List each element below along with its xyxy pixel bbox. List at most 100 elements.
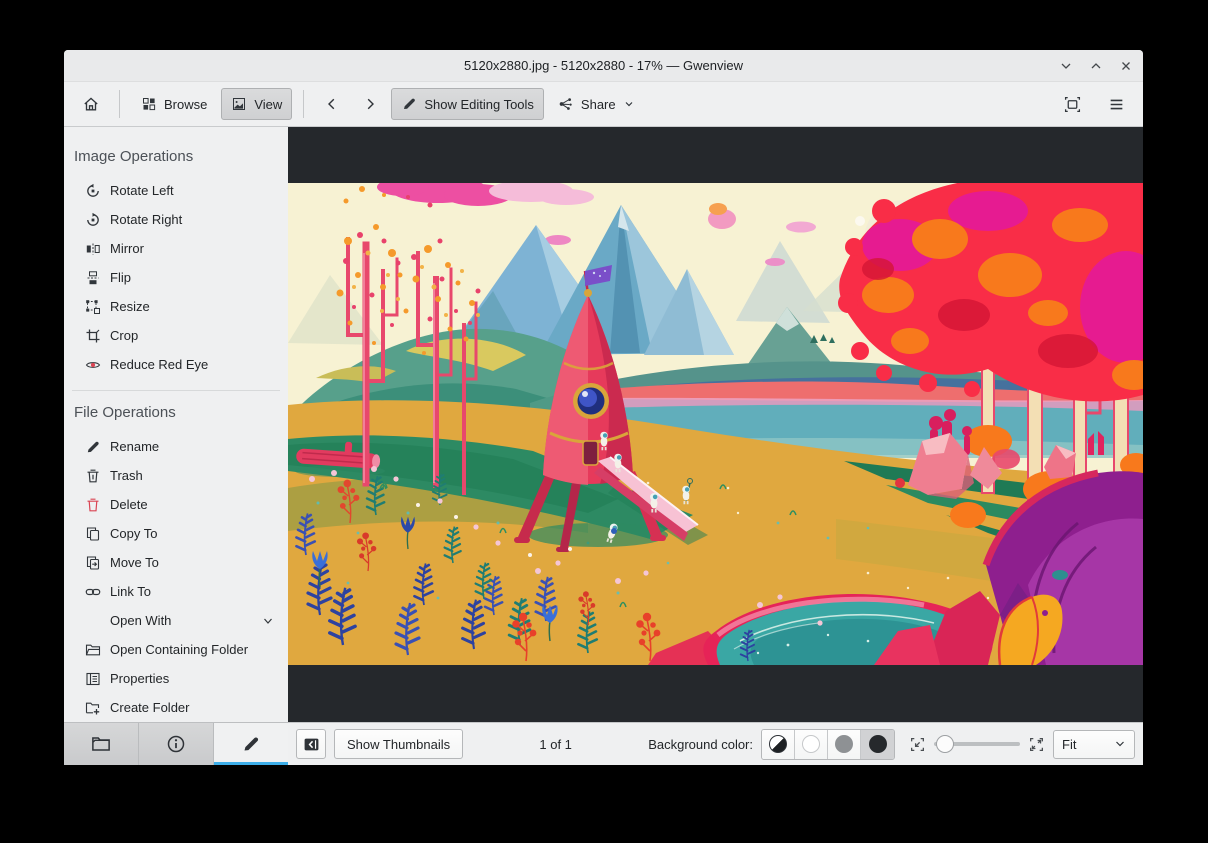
- fullscreen-button[interactable]: [1055, 88, 1089, 120]
- image-canvas[interactable]: [288, 127, 1143, 722]
- move-icon: [86, 555, 100, 570]
- item-label: Copy To: [110, 526, 158, 541]
- sidebar-tabbar: [64, 722, 288, 765]
- sidebar-item-move-to[interactable]: Move To: [64, 548, 288, 577]
- swatch-gray[interactable]: [828, 729, 861, 759]
- hamburger-icon: [1110, 99, 1122, 109]
- rename-pencil-icon: [87, 441, 99, 452]
- item-label: Resize: [110, 299, 150, 314]
- show-thumbnails-label: Show Thumbnails: [347, 736, 451, 752]
- zoom-slider[interactable]: [934, 735, 1020, 753]
- zoom-mode-value: Fit: [1062, 736, 1077, 752]
- go-back-button[interactable]: [315, 88, 349, 120]
- section-title-image-operations: Image Operations: [74, 148, 194, 165]
- view-button[interactable]: View: [221, 88, 293, 120]
- toggle-sidebar-button[interactable]: [296, 729, 326, 759]
- sidebar-item-copy-to[interactable]: Copy To: [64, 519, 288, 548]
- sidebar-item-create-folder[interactable]: Create Folder: [64, 693, 288, 722]
- auto-color-dot: [769, 735, 787, 753]
- close-icon[interactable]: [1119, 59, 1133, 73]
- item-label: Trash: [110, 468, 143, 483]
- zoom-fit-icon[interactable]: [909, 736, 926, 753]
- statusbar: Show Thumbnails 1 of 1 Background color:: [288, 722, 1143, 765]
- edit-pencil-icon: [244, 737, 259, 751]
- copy-icon: [86, 526, 100, 541]
- item-label: Crop: [110, 328, 139, 343]
- browse-label: Browse: [164, 96, 208, 112]
- view-label: View: [254, 96, 283, 112]
- tab-information[interactable]: [139, 723, 214, 765]
- image-content: [288, 183, 1143, 665]
- flip-icon: [87, 270, 99, 284]
- show-editing-tools-label: Show Editing Tools: [424, 96, 534, 112]
- show-editing-tools-button[interactable]: Show Editing Tools: [391, 88, 544, 120]
- share-icon: [559, 98, 572, 110]
- sidebar-item-rename[interactable]: Rename: [64, 432, 288, 461]
- main-toolbar: Browse View Show Editing Tools Share: [64, 82, 1143, 127]
- section-title-file-operations: File Operations: [74, 404, 176, 421]
- show-thumbnails-button[interactable]: Show Thumbnails: [334, 729, 464, 759]
- browse-grid-icon: [143, 98, 156, 111]
- sidebar-item-delete[interactable]: Delete: [64, 490, 288, 519]
- sidebar-item-reduce-red-eye[interactable]: Reduce Red Eye: [64, 350, 288, 379]
- background-color-swatches: [761, 728, 895, 760]
- toolbar-separator: [303, 90, 305, 118]
- item-label: Properties: [110, 671, 170, 686]
- swatch-white[interactable]: [795, 729, 828, 759]
- red-eye-icon: [85, 361, 101, 368]
- sidebar-item-properties[interactable]: Properties: [64, 664, 288, 693]
- go-forward-button[interactable]: [353, 88, 387, 120]
- sidebar-item-flip[interactable]: Flip: [64, 263, 288, 292]
- pencil-icon: [404, 98, 416, 109]
- chevron-right-icon: [368, 98, 375, 110]
- sidebar-item-open-with[interactable]: Open With: [64, 606, 288, 635]
- item-label: Rotate Left: [110, 183, 174, 198]
- window-title: 5120x2880.jpg - 5120x2880 - 17% — Gwenvi…: [464, 58, 743, 73]
- sidebar-item-crop[interactable]: Crop: [64, 321, 288, 350]
- tab-edit[interactable]: [214, 723, 288, 765]
- tab-folders[interactable]: [64, 723, 139, 765]
- swatch-auto[interactable]: [762, 729, 795, 759]
- minimize-icon[interactable]: [1059, 59, 1073, 73]
- item-label: Reduce Red Eye: [110, 357, 209, 372]
- home-button[interactable]: [74, 88, 108, 120]
- maximize-icon[interactable]: [1089, 59, 1103, 73]
- sidebar-item-resize[interactable]: Resize: [64, 292, 288, 321]
- operations-panel: Image Operations Rotate Left Rotate Righ…: [64, 127, 288, 722]
- window-controls: [1059, 50, 1133, 81]
- sidebar-item-rotate-right[interactable]: Rotate Right: [64, 205, 288, 234]
- zoom-mode-select[interactable]: Fit: [1053, 729, 1135, 759]
- black-color-dot: [868, 735, 887, 753]
- titlebar[interactable]: 5120x2880.jpg - 5120x2880 - 17% — Gwenvi…: [64, 50, 1143, 82]
- sidebar: Image Operations Rotate Left Rotate Righ…: [64, 127, 288, 765]
- sidebar-collapse-icon: [304, 738, 318, 750]
- sidebar-item-open-containing-folder[interactable]: Open Containing Folder: [64, 635, 288, 664]
- item-label: Rename: [110, 439, 160, 454]
- home-icon: [84, 97, 98, 111]
- background-color-label: Background color:: [648, 736, 753, 752]
- zoom-slider-handle[interactable]: [936, 735, 954, 753]
- share-button[interactable]: Share: [548, 88, 645, 120]
- zoom-original-icon[interactable]: [1028, 736, 1045, 753]
- sidebar-item-trash[interactable]: Trash: [64, 461, 288, 490]
- toolbar-separator: [119, 90, 120, 118]
- chevron-left-icon: [328, 98, 335, 110]
- image-counter: 1 of 1: [539, 736, 572, 752]
- rotate-right-icon: [87, 212, 99, 226]
- folder-open-icon: [85, 644, 101, 655]
- fullscreen-icon: [1064, 96, 1080, 112]
- sidebar-item-mirror[interactable]: Mirror: [64, 234, 288, 263]
- chevron-down-icon: [625, 102, 633, 107]
- item-label: Open With: [110, 613, 172, 628]
- gwenview-window: 5120x2880.jpg - 5120x2880 - 17% — Gwenvi…: [64, 50, 1143, 765]
- swatch-black[interactable]: [861, 729, 894, 759]
- browse-button[interactable]: Browse: [131, 88, 217, 120]
- properties-icon: [86, 672, 100, 685]
- menu-button[interactable]: [1099, 88, 1133, 120]
- sidebar-item-link-to[interactable]: Link To: [64, 577, 288, 606]
- sidebar-item-rotate-left[interactable]: Rotate Left: [64, 176, 288, 205]
- gray-color-dot: [835, 735, 853, 753]
- crop-icon: [86, 329, 100, 342]
- white-color-dot: [802, 735, 820, 753]
- information-icon: [167, 735, 185, 753]
